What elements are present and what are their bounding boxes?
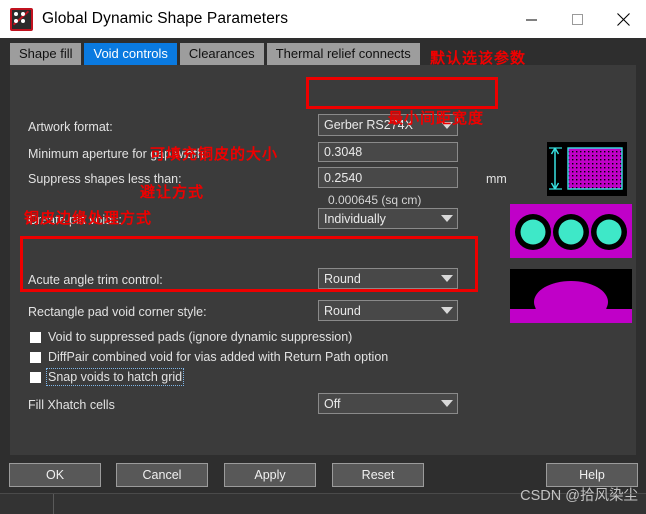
checkbox-diffpair-combined-void[interactable]: DiffPair combined void for vias added wi… <box>30 350 388 364</box>
void-controls-panel: Artwork format: Gerber RS274X Minimum ap… <box>10 65 636 455</box>
icon-dot <box>14 11 18 16</box>
checkbox-box[interactable] <box>30 351 41 363</box>
chevron-down-icon <box>437 400 457 407</box>
window-controls <box>508 0 646 38</box>
minimum-aperture-input[interactable]: 0.3048 <box>318 142 458 162</box>
fill-xhatch-label: Fill Xhatch cells <box>28 398 115 412</box>
rect-pad-corner-combo[interactable]: Round <box>318 300 458 321</box>
annotation-copper-size: 可填充铜皮的大小 <box>150 146 279 163</box>
fill-xhatch-value: Off <box>324 396 341 411</box>
checkbox-box[interactable] <box>30 331 41 343</box>
annotation-avoid-mode: 避让方式 <box>140 184 205 201</box>
status-separator <box>53 494 54 514</box>
annotation-copper-edge: 铜皮边缘处理方式 <box>24 210 153 227</box>
ok-button[interactable]: OK <box>9 463 101 487</box>
chevron-down-icon <box>437 307 457 314</box>
chevron-down-icon <box>437 215 457 222</box>
gap-width-preview <box>547 142 627 196</box>
rect-pad-corner-label: Rectangle pad void corner style: <box>28 305 207 319</box>
dialog-body: Shape fill Void controls Clearances Ther… <box>0 38 646 493</box>
allegro-app-icon <box>10 7 33 31</box>
annotation-min-gap-width: 最小间距宽度 <box>388 110 485 127</box>
tab-void-controls[interactable]: Void controls <box>84 43 177 65</box>
apply-button[interactable]: Apply <box>224 463 316 487</box>
tab-strip: Shape fill Void controls Clearances Ther… <box>10 43 636 65</box>
suppress-shapes-input[interactable]: 0.2540 <box>318 167 458 188</box>
acute-angle-preview <box>510 269 632 323</box>
reset-button[interactable]: Reset <box>332 463 424 487</box>
fill-xhatch-combo[interactable]: Off <box>318 393 458 414</box>
window-title: Global Dynamic Shape Parameters <box>42 10 289 27</box>
artwork-format-label: Artwork format: <box>28 120 113 134</box>
acute-angle-trim-label: Acute angle trim control: <box>28 273 163 287</box>
checkbox-label: Void to suppressed pads (ignore dynamic … <box>48 330 353 344</box>
create-pin-voids-combo[interactable]: Individually <box>318 208 458 229</box>
create-pin-voids-value: Individually <box>324 211 386 226</box>
chevron-down-icon <box>437 275 457 282</box>
rect-pad-corner-value: Round <box>324 303 361 318</box>
tab-clearances[interactable]: Clearances <box>179 43 264 65</box>
checkbox-void-to-suppressed-pads[interactable]: Void to suppressed pads (ignore dynamic … <box>30 330 352 344</box>
suppress-shapes-unit: mm <box>486 172 507 186</box>
pin-voids-preview <box>510 204 632 258</box>
acute-angle-trim-combo[interactable]: Round <box>318 268 458 289</box>
title-bar: Global Dynamic Shape Parameters <box>0 0 646 38</box>
cancel-button[interactable]: Cancel <box>116 463 208 487</box>
close-button[interactable] <box>600 0 646 38</box>
minimize-button[interactable] <box>508 0 554 38</box>
checkbox-label: Snap voids to hatch grid <box>45 368 185 386</box>
icon-dot <box>21 11 25 16</box>
acute-angle-trim-value: Round <box>324 271 361 286</box>
checkbox-box[interactable] <box>30 371 41 383</box>
checkbox-snap-voids-to-hatch-grid[interactable]: Snap voids to hatch grid <box>30 368 185 386</box>
annotation-default-param: 默认选该参数 <box>430 50 527 67</box>
maximize-button[interactable] <box>554 0 600 38</box>
icon-dot <box>21 18 25 23</box>
tab-shape-fill[interactable]: Shape fill <box>10 43 82 65</box>
tab-thermal-relief-connects[interactable]: Thermal relief connects <box>266 43 420 65</box>
suppress-shapes-area-note: 0.000645 (sq cm) <box>328 193 422 207</box>
icon-dot <box>14 18 18 23</box>
checkbox-label: DiffPair combined void for vias added wi… <box>48 350 389 364</box>
watermark: CSDN @拾风染尘 <box>520 488 638 504</box>
dialog-window: Global Dynamic Shape Parameters Shape fi… <box>0 0 646 514</box>
